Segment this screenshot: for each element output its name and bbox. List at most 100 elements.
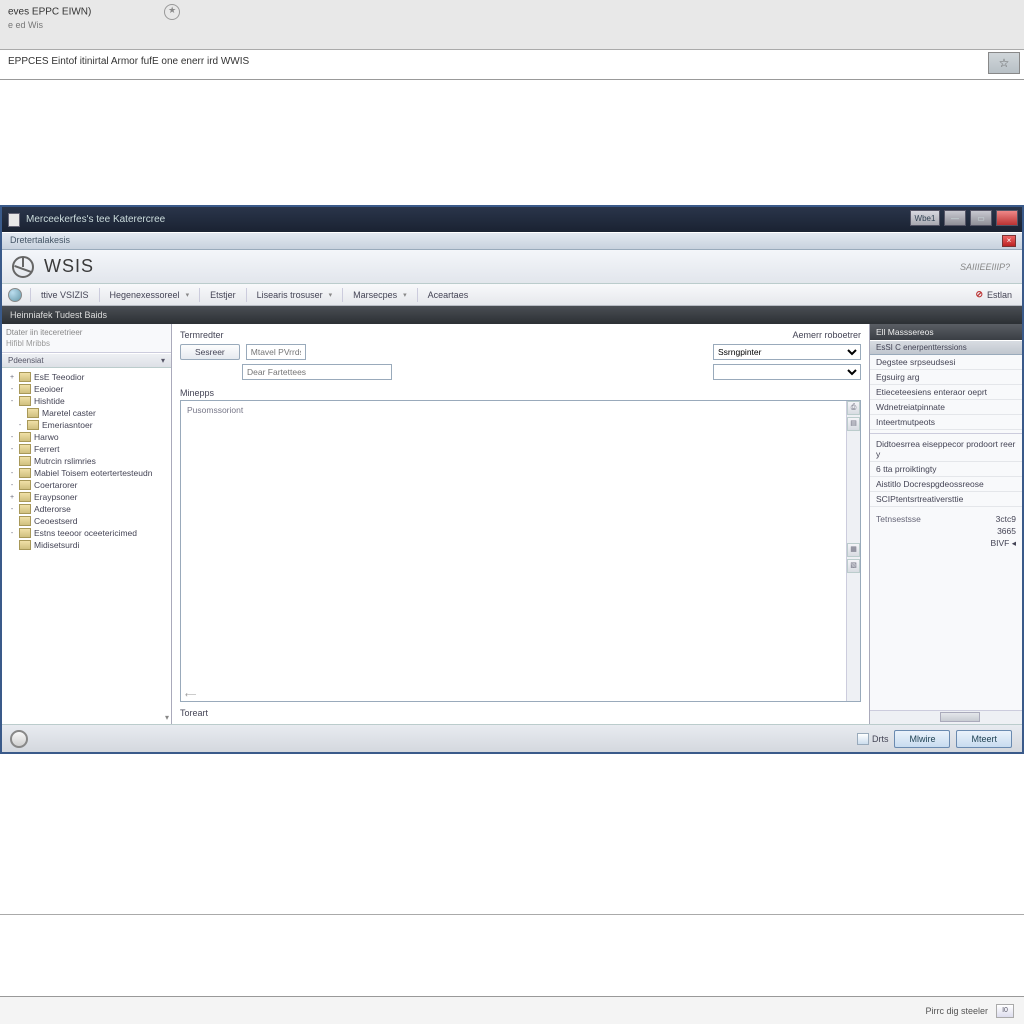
tree-item-5[interactable]: -Harwo	[4, 431, 169, 443]
window-close-button[interactable]	[996, 210, 1018, 226]
tree-item-3[interactable]: Maretel caster	[4, 407, 169, 419]
right-item-0[interactable]: Degstee srpseudsesi	[870, 355, 1022, 370]
minimize-button[interactable]: —	[944, 210, 966, 226]
menu-item-3[interactable]: Lisearis trosuser	[246, 288, 343, 302]
menu-item-2[interactable]: Etstjer	[199, 288, 246, 302]
tree-item-10[interactable]: +Eraypsoner	[4, 491, 169, 503]
textarea-label: Pusomssoriont	[187, 405, 243, 415]
expand-icon[interactable]: -	[8, 482, 16, 489]
expand-icon[interactable]: -	[8, 446, 16, 453]
menubar: ttive VSIZIS Hegenexessoreel Etstjer Lis…	[2, 284, 1022, 306]
tree-item-4[interactable]: -Emeriasntoer	[4, 419, 169, 431]
expand-icon[interactable]: -	[8, 506, 16, 513]
menu-item-0[interactable]: ttive VSIZIS	[30, 288, 99, 302]
folder-icon	[19, 384, 31, 394]
right-block2b[interactable]: 6 tta prroiktingty	[870, 462, 1022, 477]
textarea-scrollbar[interactable]: ⎙ ▤ ▦ ▧	[846, 401, 860, 701]
center-panel: Termredter Aemerr roboetrer Sesreer Ssrn…	[172, 324, 870, 724]
menu-item-5[interactable]: Aceartaes	[417, 288, 479, 302]
right-hscrollbar[interactable]	[870, 710, 1022, 724]
tree-item-6[interactable]: -Ferrert	[4, 443, 169, 455]
menu-right[interactable]: ⊘ Estlan	[975, 289, 1012, 300]
folder-icon	[19, 540, 31, 550]
sidebar-search-sub: Hifibl Mribbs	[6, 339, 167, 348]
right-block3b[interactable]: SCIPtentsrtreativersttie	[870, 492, 1022, 507]
expand-icon[interactable]: -	[8, 398, 16, 405]
input-medium-1[interactable]	[242, 364, 392, 380]
tree-item-7[interactable]: Mutrcin rslimries	[4, 455, 169, 467]
expand-icon[interactable]: +	[8, 494, 16, 501]
blank-space	[0, 80, 1024, 205]
folder-icon	[19, 480, 31, 490]
scroll-btn-4[interactable]: ▧	[847, 559, 860, 573]
scrollbar-thumb[interactable]	[940, 712, 980, 722]
menu-item-1[interactable]: Hegenexessoreel	[99, 288, 200, 302]
separator	[0, 914, 1024, 915]
maximize-button[interactable]: ▭	[970, 210, 992, 226]
tree-item-9[interactable]: -Coertarorer	[4, 479, 169, 491]
input-small-1[interactable]	[246, 344, 306, 360]
field-label-right: Aemerr roboetrer	[792, 330, 861, 340]
scroll-btn-1[interactable]: ⎙	[847, 401, 860, 415]
right-item-4[interactable]: Inteertmutpeots	[870, 415, 1022, 430]
window-badge[interactable]: Wbe1	[910, 210, 940, 226]
sidebar-tree[interactable]: +EsE Teeodior-Eeoioer-HishtideMaretel ca…	[2, 368, 171, 724]
tree-item-0[interactable]: +EsE Teeodior	[4, 371, 169, 383]
folder-icon	[19, 444, 31, 454]
description-textarea[interactable]: Pusomssoriont ⎙ ▤ ▦ ▧ ⟵	[180, 400, 861, 702]
sidebar-section-head[interactable]: Pdeensiat ▾	[2, 353, 171, 368]
expand-icon[interactable]: +	[8, 374, 16, 381]
folder-icon	[19, 456, 31, 466]
menu-item-4[interactable]: Marsecpes	[342, 288, 417, 302]
folder-icon	[19, 528, 31, 538]
tree-item-1[interactable]: -Eeoioer	[4, 383, 169, 395]
scroll-down-icon[interactable]: ▾	[165, 713, 169, 722]
bottom-status-text: Pirrc dig steeler	[925, 1006, 988, 1016]
tree-item-2[interactable]: -Hishtide	[4, 395, 169, 407]
tree-item-14[interactable]: Midisetsurdi	[4, 539, 169, 551]
chevron-down-icon: ▾	[161, 356, 165, 365]
expand-icon[interactable]: -	[8, 470, 16, 477]
sidebar-search: Dtater iin iteceretrieer Hifibl Mribbs	[2, 324, 171, 353]
tree-item-11[interactable]: -Adterorse	[4, 503, 169, 515]
folder-icon	[19, 468, 31, 478]
right-item-2[interactable]: Etieceteesiens enteraor oeprt	[870, 385, 1022, 400]
sidebar: Dtater iin iteceretrieer Hifibl Mribbs P…	[2, 324, 172, 724]
right-block3a[interactable]: Aistitlo Docrespgdeossreose	[870, 477, 1022, 492]
folder-icon	[19, 492, 31, 502]
select-remote-2[interactable]	[713, 364, 861, 380]
statusbar-button-2[interactable]: Mteert	[956, 730, 1012, 748]
browser-top-chrome: eves EPPC EIWN) e ed Wis	[0, 0, 1024, 50]
section-band: Heinniafek Tudest Baids	[2, 306, 1022, 324]
textarea-corner-icon: ⟵	[185, 690, 196, 699]
right-item-1[interactable]: Egsuirg arg	[870, 370, 1022, 385]
expand-icon[interactable]: -	[8, 530, 16, 537]
expand-icon[interactable]: -	[8, 434, 16, 441]
tree-item-13[interactable]: -Estns teeoor oceetericimed	[4, 527, 169, 539]
right-block2a[interactable]: Didtoesrrea eiseppecor prodoort reery	[870, 437, 1022, 462]
tree-item-8[interactable]: -Mabiel Toisem eotertertesteudn	[4, 467, 169, 479]
window-titlebar[interactable]: Merceekerfes's tee Katerercree Wbe1 — ▭	[2, 207, 1022, 232]
scroll-btn-2[interactable]: ▤	[847, 417, 860, 431]
brand-logo-icon	[988, 52, 1020, 74]
right-panel-selected[interactable]: EsSI C enerpentterssions	[870, 340, 1022, 355]
right-panel: Ell Masssereos EsSI C enerpentterssions …	[870, 324, 1022, 724]
right-item-3[interactable]: Wdnetreiatpinnate	[870, 400, 1022, 415]
folder-icon	[27, 420, 39, 430]
browser-subtitle: e ed Wis	[8, 20, 1016, 30]
brand-bar: WSIS SAIIIEEIIIP?	[2, 250, 1022, 284]
expand-icon[interactable]: -	[16, 422, 24, 429]
tree-item-12[interactable]: Ceoestserd	[4, 515, 169, 527]
expand-icon[interactable]: -	[8, 386, 16, 393]
app-window: Merceekerfes's tee Katerercree Wbe1 — ▭ …	[0, 205, 1024, 754]
globe-icon[interactable]	[8, 288, 22, 302]
select-remote[interactable]: Ssrngpinter	[713, 344, 861, 360]
page-count-badge: I0	[996, 1004, 1014, 1018]
browser-tab-label[interactable]: EPPCES Eintof itinirtal Armor fufE one e…	[8, 56, 249, 67]
search-button[interactable]: Sesreer	[180, 344, 240, 360]
scroll-btn-3[interactable]: ▦	[847, 543, 860, 557]
right-kv-2: BIVF ◂	[870, 537, 1022, 550]
statusbar-button-1[interactable]: Mlwire	[894, 730, 950, 748]
close-icon[interactable]: ×	[1002, 235, 1016, 247]
right-kv-1: 3665	[870, 525, 1022, 537]
